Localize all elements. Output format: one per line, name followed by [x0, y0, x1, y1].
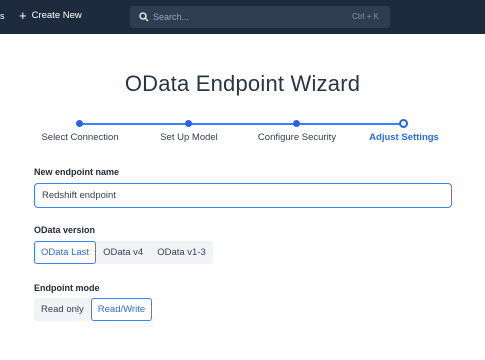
search-input[interactable]: Search... Ctrl + K	[130, 6, 390, 28]
step-dot-set-up-model	[185, 120, 192, 127]
step-dot-configure-security	[293, 120, 300, 127]
odata-version-option-v1-3[interactable]: OData v1-3	[150, 241, 213, 264]
plus-icon: +	[19, 7, 27, 23]
endpoint-name-input[interactable]: Redshift endpoint	[34, 183, 452, 208]
step-select-connection[interactable]: Select Connection	[41, 132, 118, 143]
endpoint-mode-option-read-only[interactable]: Read only	[34, 298, 91, 321]
endpoint-mode-label: Endpoint mode	[34, 283, 100, 293]
search-placeholder: Search...	[153, 12, 190, 22]
step-adjust-settings[interactable]: Adjust Settings	[369, 132, 439, 143]
odata-version-option-last[interactable]: OData Last	[34, 241, 97, 264]
stepper-progress-line	[79, 123, 404, 125]
odata-version-label: OData version	[34, 225, 96, 235]
top-bar: s + Create New Search... Ctrl + K	[0, 0, 485, 34]
step-set-up-model[interactable]: Set Up Model	[160, 132, 218, 143]
search-icon	[139, 12, 149, 22]
step-dot-adjust-settings	[399, 119, 408, 128]
nav-item-truncated[interactable]: s	[0, 11, 5, 21]
odata-version-option-v4[interactable]: OData v4	[96, 241, 150, 264]
endpoint-name-value: Redshift endpoint	[42, 190, 116, 201]
endpoint-mode-selector: Read only Read/Write	[34, 298, 153, 321]
create-new-label: Create New	[31, 10, 82, 21]
step-dot-select-connection	[76, 120, 83, 127]
step-configure-security[interactable]: Configure Security	[258, 132, 336, 143]
odata-version-selector: OData Last OData v4 OData v1-3	[34, 241, 213, 264]
create-new-button[interactable]: + Create New	[19, 7, 82, 23]
search-shortcut-hint: Ctrl + K	[352, 12, 379, 21]
endpoint-mode-option-read-write[interactable]: Read/Write	[90, 298, 153, 321]
page-title: OData Endpoint Wizard	[124, 71, 361, 96]
endpoint-name-label: New endpoint name	[34, 167, 120, 177]
